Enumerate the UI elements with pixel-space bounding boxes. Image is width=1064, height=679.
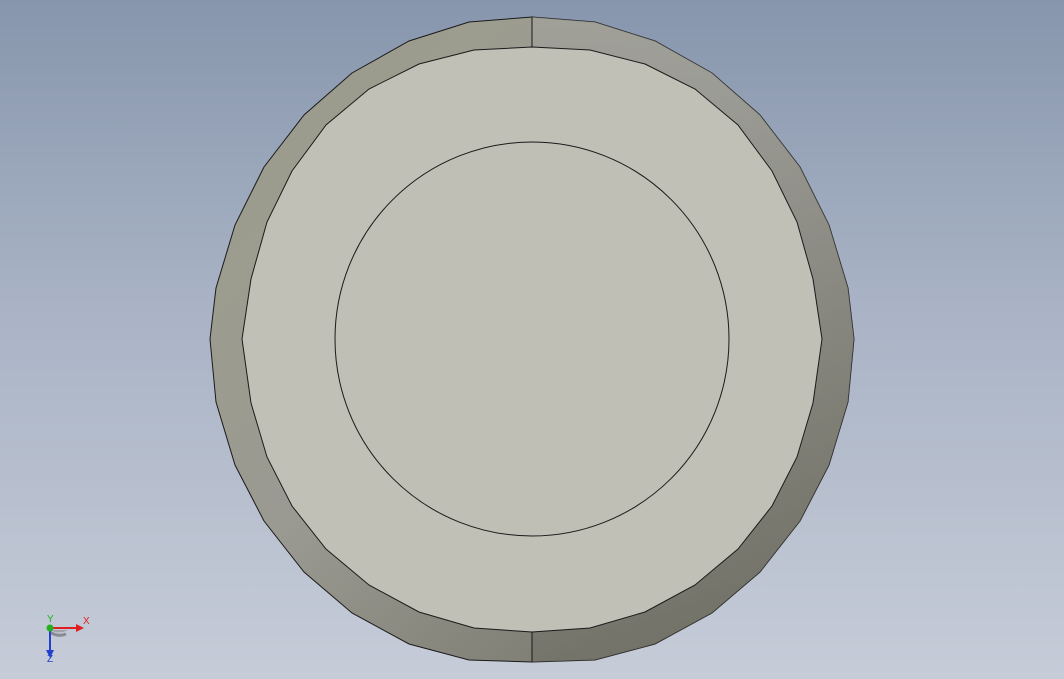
z-axis-label: Z (47, 654, 54, 665)
triad-axes-icon (46, 624, 84, 658)
graphics-viewport[interactable]: X Y Z (0, 0, 1064, 679)
x-axis-label: X (83, 616, 90, 627)
y-axis-label: Y (47, 614, 54, 625)
model-view[interactable] (0, 0, 1064, 679)
reference-triad: X Y Z (36, 610, 100, 670)
inner-circle-edge[interactable] (334, 141, 730, 537)
